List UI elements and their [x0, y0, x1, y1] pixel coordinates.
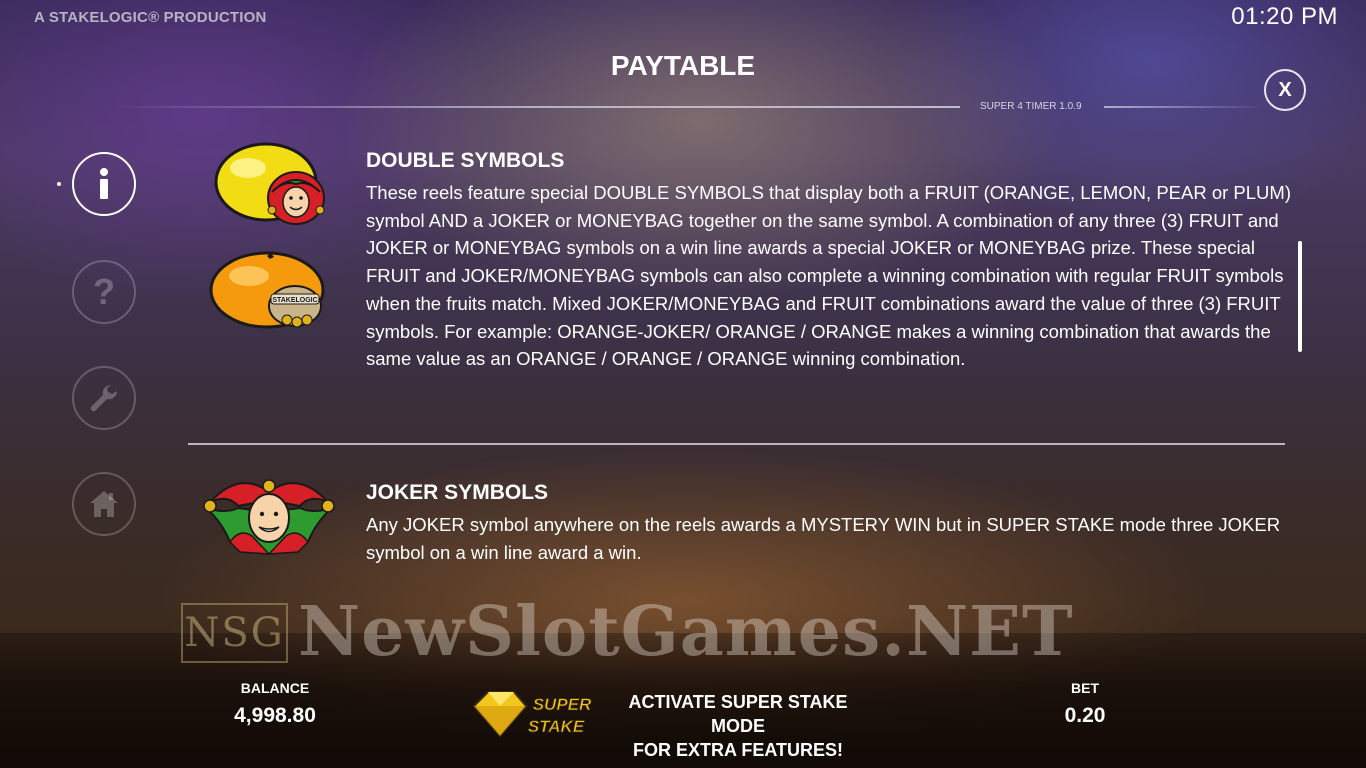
orange-moneybag-symbol: STAKELOGIC	[209, 251, 325, 329]
joker-symbol	[203, 479, 335, 556]
moneybag-label: STAKELOGIC	[272, 297, 317, 304]
lemon-joker-symbol	[214, 142, 325, 225]
watermark-logo: NSG	[181, 603, 288, 663]
close-icon: X	[1278, 78, 1292, 101]
watermark-text: NewSlotGames.NET	[298, 592, 1074, 672]
section-title-joker-symbols: JOKER SYMBOLS	[366, 481, 549, 504]
info-icon	[100, 168, 108, 199]
title-divider-right	[1104, 106, 1264, 108]
nav-help-button[interactable]: ?	[72, 260, 136, 324]
svg-text:STAKE: STAKE	[528, 717, 585, 736]
bet-label: BET	[1071, 680, 1099, 696]
bet-value[interactable]: 0.20	[1005, 704, 1165, 728]
section-divider	[188, 443, 1285, 445]
section-text-joker-symbols: Any JOKER symbol anywhere on the reels a…	[366, 514, 1281, 563]
nav-settings-button[interactable]	[72, 366, 136, 430]
svg-text:SUPER: SUPER	[533, 695, 592, 714]
wrench-icon	[90, 384, 118, 412]
section-text-double-symbols: These reels feature special DOUBLE SYMBO…	[366, 182, 1291, 370]
watermark: NSG NewSlotGames.NET	[0, 592, 1366, 672]
page-title: PAYTABLE	[610, 50, 756, 81]
nav-home-button[interactable]	[72, 472, 136, 536]
promo-line-2: FOR EXTRA FEATURES!	[633, 740, 843, 760]
promo-line-1: ACTIVATE SUPER STAKE MODE	[628, 692, 848, 736]
stakelogic-brand: A STAKELOGIC® PRODUCTION	[34, 9, 267, 26]
section-title-double-symbols: DOUBLE SYMBOLS	[366, 149, 565, 172]
balance-value: 4,998.80	[234, 704, 316, 727]
clock: 01:20 PM	[1231, 3, 1338, 30]
home-icon	[90, 491, 118, 517]
balance-label: BALANCE	[240, 680, 310, 696]
game-version: SUPER 4 TIMER 1.0.9	[980, 101, 1082, 112]
title-divider-left	[110, 106, 960, 108]
super-stake-promo[interactable]: ACTIVATE SUPER STAKE MODE FOR EXTRA FEAT…	[600, 690, 876, 762]
help-icon: ?	[93, 271, 115, 312]
nav-info-button[interactable]	[72, 152, 136, 216]
super-stake-logo[interactable]: SUPER STAKE	[470, 686, 602, 742]
close-button[interactable]: X	[1264, 69, 1306, 111]
scrollbar[interactable]	[1298, 241, 1302, 352]
active-indicator-dot	[57, 182, 61, 186]
